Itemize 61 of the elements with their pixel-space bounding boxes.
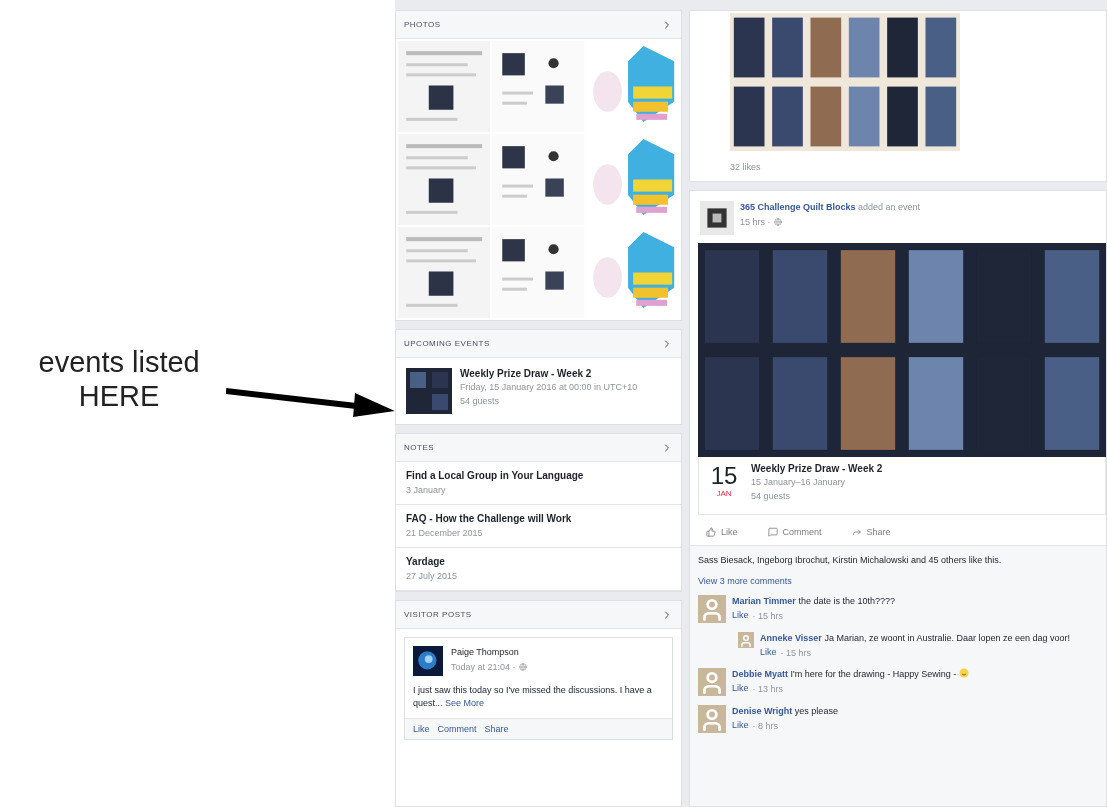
post-text: I just saw this today so I've missed the discussions. I have a quest... See More xyxy=(413,684,653,710)
guest-count: 54 guests xyxy=(460,395,501,407)
section-title: PHOTOS xyxy=(404,20,441,29)
avatar[interactable] xyxy=(698,668,726,696)
guest-count: 54 guests xyxy=(751,490,792,502)
note-title[interactable]: Find a Local Group in Your Language xyxy=(406,470,671,481)
smiley-icon xyxy=(959,668,970,678)
comment-text: Debbie Myatt I'm here for the drawing - Happy Sewing - xyxy=(732,668,970,681)
annotation-text: events listed HERE xyxy=(37,345,201,413)
commenter-name[interactable]: Marian Timmer xyxy=(732,596,796,606)
note-date: 3 January xyxy=(406,484,447,496)
see-more-link[interactable]: See More xyxy=(445,698,485,708)
like-link[interactable]: Like xyxy=(732,720,749,732)
globe-icon xyxy=(518,663,527,671)
thumbs-up-icon xyxy=(706,527,716,537)
post-time: Today at 21:04 · xyxy=(451,661,516,673)
action-link[interactable]: Comment xyxy=(437,724,477,734)
event-title[interactable]: Weekly Prize Draw - Week 2 xyxy=(751,463,883,474)
commenter-name[interactable]: Denise Wright xyxy=(732,706,793,716)
comment-time: · 15 hrs xyxy=(752,610,784,622)
like-link[interactable]: Like xyxy=(760,647,777,659)
action-link[interactable]: Share xyxy=(484,724,509,734)
comment-text: Denise Wright yes please xyxy=(732,705,838,718)
note-date: 21 December 2015 xyxy=(406,527,484,539)
event-day: 15 xyxy=(710,463,738,489)
globe-icon xyxy=(773,218,782,226)
action-button[interactable]: Share xyxy=(851,527,891,537)
avatar[interactable] xyxy=(698,705,726,733)
event-dates: 15 January–16 January xyxy=(751,476,847,488)
action-button[interactable]: Like xyxy=(706,527,738,537)
comment-time: · 13 hrs xyxy=(752,683,784,695)
section-title: NOTES xyxy=(404,443,435,452)
event-month: JAN xyxy=(716,489,732,498)
section-title: VISITOR POSTS xyxy=(404,610,472,619)
commenter-name[interactable]: Anneke Visser xyxy=(760,633,822,643)
avatar[interactable] xyxy=(698,595,726,623)
post-time: 15 hrs · xyxy=(740,216,771,228)
action-link[interactable]: Like xyxy=(413,724,430,734)
comment-time: · 15 hrs xyxy=(780,647,812,659)
avatar[interactable] xyxy=(738,632,754,648)
likes-summary: Sass Biesack, Ingeborg Ibrochut, Kirstin Michalowski and 45 others like this. xyxy=(698,554,1003,567)
like-link[interactable]: Like xyxy=(732,610,749,622)
comment-text: Anneke Visser Ja Marian, ze woont in Australie. Daar lopen ze een dag voor! xyxy=(760,632,1071,645)
post-header: 365 Challenge Quilt Blocks added an event xyxy=(740,201,921,214)
page-name[interactable]: 365 Challenge Quilt Blocks xyxy=(740,202,856,212)
note-title[interactable]: FAQ - How the Challenge will Work xyxy=(406,513,671,524)
note-title[interactable]: Yardage xyxy=(406,556,671,567)
commenter-name[interactable]: Debbie Myatt xyxy=(732,669,788,679)
author-name[interactable]: Paige Thompson xyxy=(451,646,527,659)
like-link[interactable]: Like xyxy=(732,683,749,695)
share-arrow-icon xyxy=(851,527,862,537)
like-count: 32 likes xyxy=(730,161,762,173)
action-button[interactable]: Comment xyxy=(767,527,822,537)
section-title: UPCOMING EVENTS xyxy=(404,339,490,348)
speech-bubble-icon xyxy=(767,527,778,537)
event-title[interactable]: Weekly Prize Draw - Week 2 xyxy=(460,368,638,379)
more-comments-link[interactable]: View 3 more comments xyxy=(698,576,1098,586)
comment-text: Marian Timmer the date is the 10th???? xyxy=(732,595,895,608)
comment-time: · 8 hrs xyxy=(752,720,779,732)
note-date: 27 July 2015 xyxy=(406,570,459,582)
event-time: Friday, 15 January 2016 at 00:00 in UTC+10 xyxy=(460,381,638,393)
